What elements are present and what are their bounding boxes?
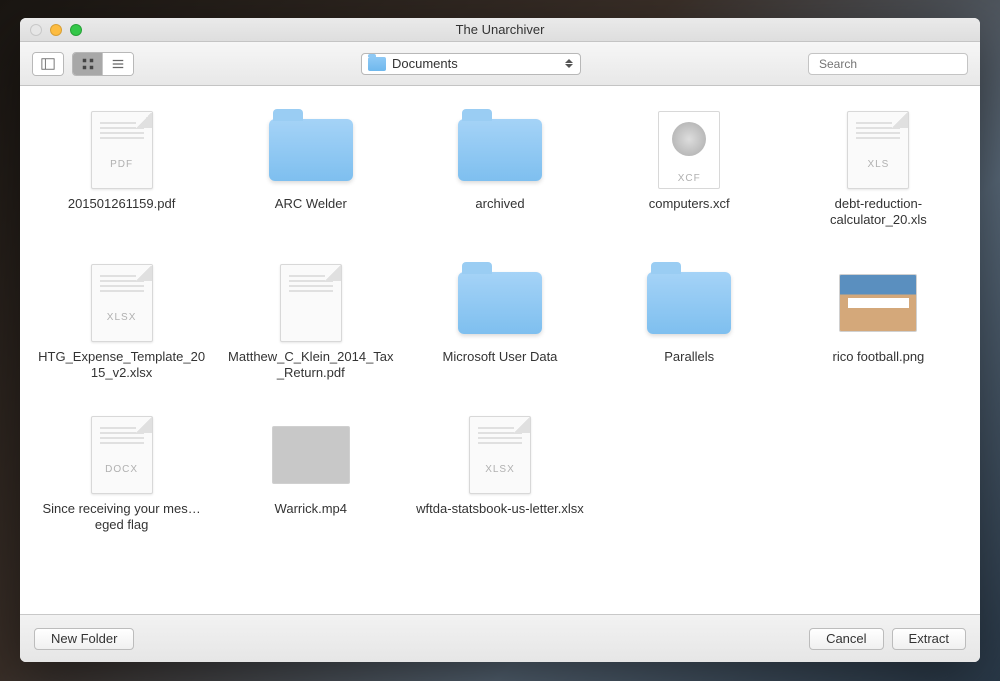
file-type-tag: XLSX <box>107 312 137 323</box>
search-field[interactable] <box>808 53 968 75</box>
location-popup[interactable]: Documents <box>361 53 581 75</box>
new-folder-button[interactable]: New Folder <box>34 628 134 650</box>
file-label: ARC Welder <box>275 196 347 212</box>
file-label: Since receiving your mes…eged flag <box>37 501 207 534</box>
zoom-button[interactable] <box>70 24 82 36</box>
file-item[interactable]: XLS debt-reduction-calculator_20.xls <box>789 108 968 231</box>
list-view-button[interactable] <box>103 53 133 75</box>
file-type-tag: XLS <box>867 159 889 170</box>
folder-icon <box>458 119 542 181</box>
file-item[interactable]: DOCX Since receiving your mes…eged flag <box>32 413 211 536</box>
folder-icon <box>458 272 542 334</box>
file-item[interactable]: XLSX HTG_Expense_Template_2015_v2.xlsx <box>32 261 211 384</box>
file-type-tag: DOCX <box>105 464 138 475</box>
file-label: HTG_Expense_Template_2015_v2.xlsx <box>37 349 207 382</box>
file-item[interactable]: Microsoft User Data <box>410 261 589 384</box>
file-label: debt-reduction-calculator_20.xls <box>793 196 963 229</box>
image-thumbnail-icon <box>839 274 917 332</box>
file-label: Parallels <box>664 349 714 365</box>
file-label: rico football.png <box>833 349 925 365</box>
file-label: Matthew_C_Klein_2014_Tax_Return.pdf <box>226 349 396 382</box>
extract-button[interactable]: Extract <box>892 628 966 650</box>
file-item[interactable]: XLSX wftda-statsbook-us-letter.xlsx <box>410 413 589 536</box>
file-item[interactable]: Parallels <box>600 261 779 384</box>
file-item[interactable]: Warrick.mp4 <box>221 413 400 536</box>
file-label: computers.xcf <box>649 196 730 212</box>
minimize-button[interactable] <box>50 24 62 36</box>
file-item[interactable]: PDF 201501261159.pdf <box>32 108 211 231</box>
video-thumbnail-icon <box>272 426 350 484</box>
file-grid: PDF 201501261159.pdf ARC Welder archived XCF… <box>32 108 968 536</box>
document-file-icon: PDF <box>91 111 153 189</box>
folder-icon <box>269 119 353 181</box>
traffic-lights <box>20 24 82 36</box>
file-type-tag: XLSX <box>485 464 515 475</box>
dialog-footer: New Folder Cancel Extract <box>20 614 980 662</box>
titlebar: The Unarchiver <box>20 18 980 42</box>
view-mode-group <box>72 52 134 76</box>
file-label: Microsoft User Data <box>443 349 558 365</box>
toggle-sidebar-button[interactable] <box>33 53 63 75</box>
file-item[interactable]: archived <box>410 108 589 231</box>
save-dialog-window: The Unarchiver <box>20 18 980 662</box>
location-label: Documents <box>392 56 558 71</box>
icon-view-button[interactable] <box>73 53 103 75</box>
search-input[interactable] <box>819 57 974 71</box>
document-file-icon: XLSX <box>469 416 531 494</box>
toolbar: Documents <box>20 42 980 86</box>
close-button[interactable] <box>30 24 42 36</box>
file-item[interactable]: XCF computers.xcf <box>600 108 779 231</box>
document-file-icon: DOCX <box>91 416 153 494</box>
file-label: 201501261159.pdf <box>68 196 175 212</box>
file-label: wftda-statsbook-us-letter.xlsx <box>416 501 584 517</box>
folder-icon <box>368 57 386 71</box>
xcf-file-icon: XCF <box>658 111 720 189</box>
window-title: The Unarchiver <box>20 22 980 37</box>
cancel-button[interactable]: Cancel <box>809 628 883 650</box>
popup-arrows-icon <box>564 59 574 68</box>
document-file-icon <box>280 264 342 342</box>
document-file-icon: XLS <box>847 111 909 189</box>
folder-icon <box>647 272 731 334</box>
file-item[interactable]: rico football.png <box>789 261 968 384</box>
file-label: Warrick.mp4 <box>275 501 347 517</box>
sidebar-toggle-group <box>32 52 64 76</box>
file-type-tag: PDF <box>110 159 133 170</box>
file-browser-content[interactable]: PDF 201501261159.pdf ARC Welder archived XCF… <box>20 86 980 614</box>
file-label: archived <box>475 196 524 212</box>
file-item[interactable]: Matthew_C_Klein_2014_Tax_Return.pdf <box>221 261 400 384</box>
file-item[interactable]: ARC Welder <box>221 108 400 231</box>
document-file-icon: XLSX <box>91 264 153 342</box>
